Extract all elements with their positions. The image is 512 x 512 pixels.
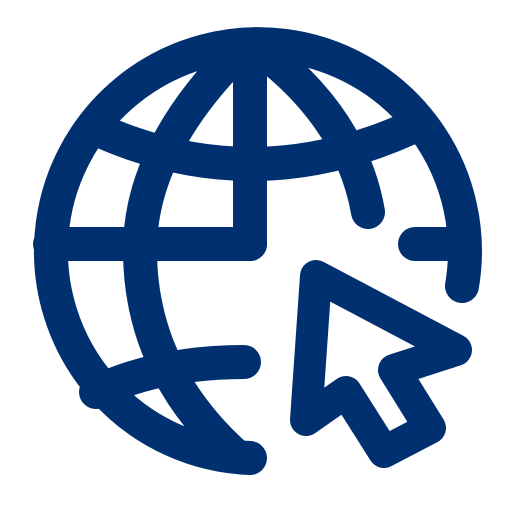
- web-globe-cursor-icon: [0, 0, 512, 512]
- cursor-arrow-icon: [290, 260, 472, 468]
- globe-with-cursor-icon: [33, 27, 482, 475]
